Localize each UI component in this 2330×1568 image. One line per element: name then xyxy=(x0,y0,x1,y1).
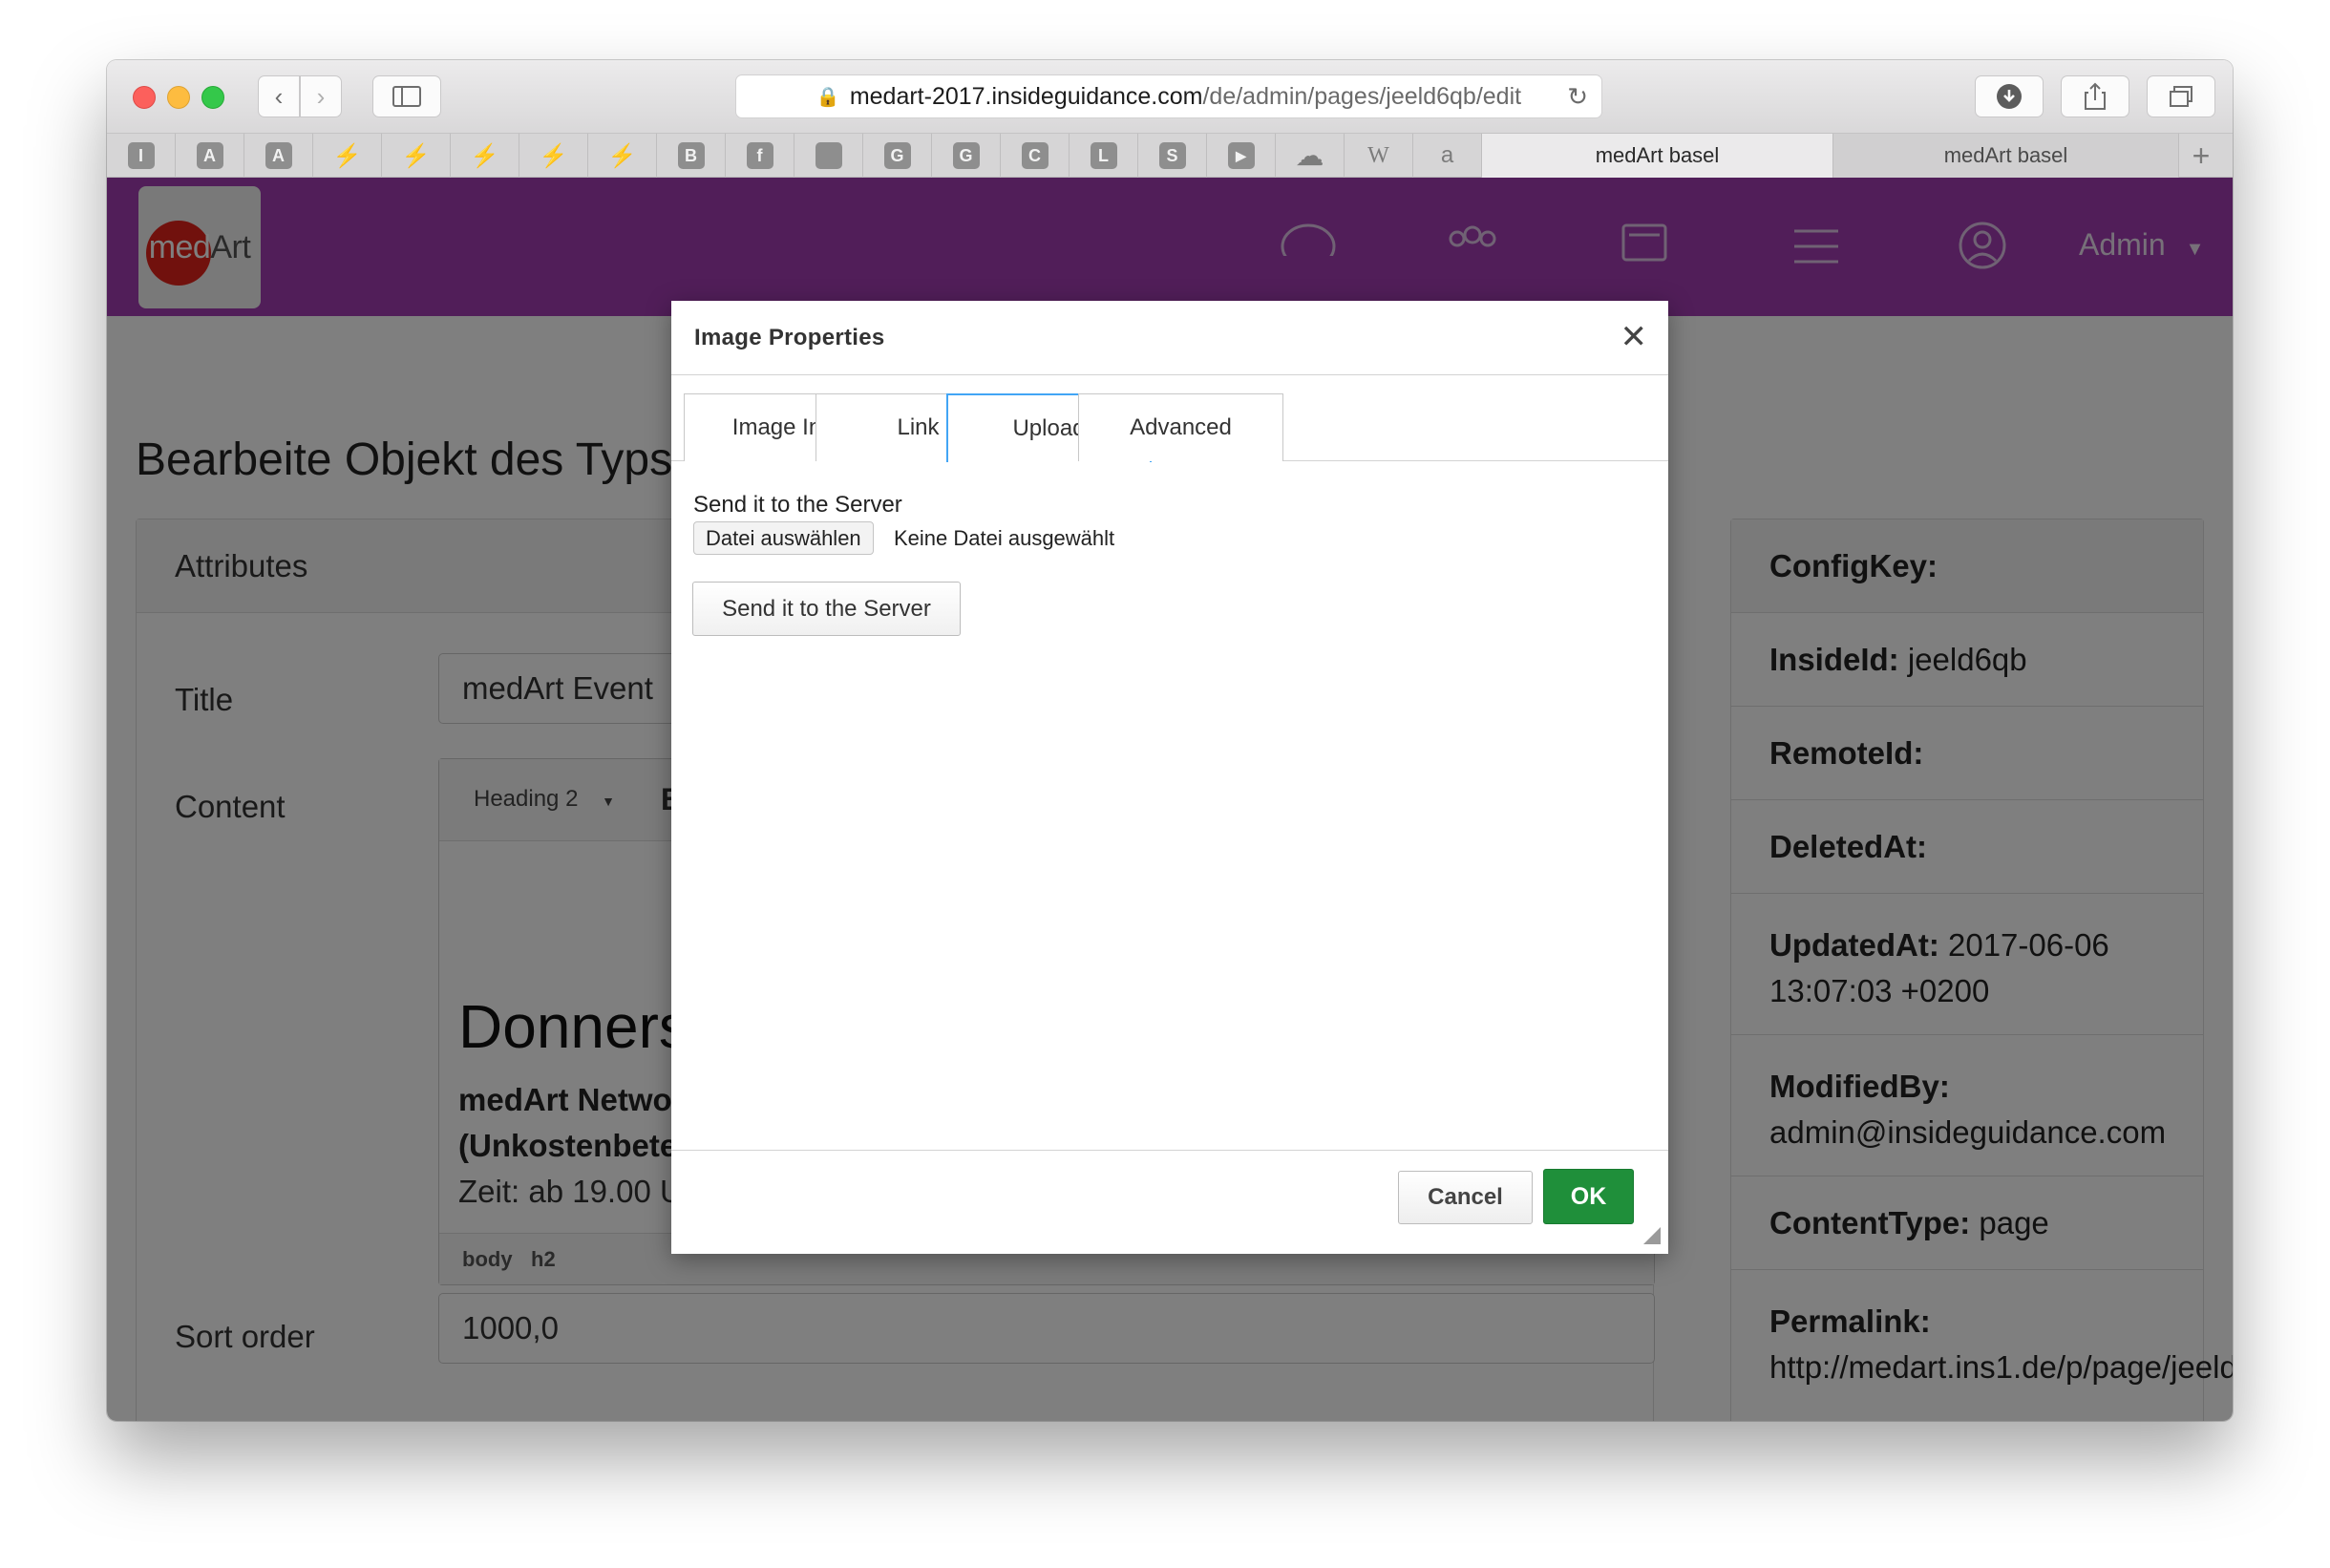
bookmark-bolt-icon: ⚡ xyxy=(332,142,362,169)
reload-icon[interactable]: ↻ xyxy=(1567,82,1588,112)
tab-advanced[interactable]: Advanced xyxy=(1078,393,1283,461)
favorite-item[interactable]: ⚡ xyxy=(382,134,451,178)
file-status: Keine Datei ausgewählt xyxy=(894,526,1115,550)
fullscreen-window-button[interactable] xyxy=(201,86,224,109)
ok-button[interactable]: OK xyxy=(1543,1169,1634,1224)
youtube-icon: ▶ xyxy=(1227,142,1255,169)
bookmark-bolt4-icon: ⚡ xyxy=(539,142,568,169)
favorite-item[interactable]: B xyxy=(657,134,726,178)
forward-button[interactable]: › xyxy=(300,75,342,117)
divider xyxy=(671,374,1668,375)
cloud-icon: ☁ xyxy=(1295,139,1324,172)
close-window-button[interactable] xyxy=(133,86,156,109)
bookmark-a2-icon: A xyxy=(265,142,292,169)
amazon-icon: a xyxy=(1440,142,1454,168)
favorite-item[interactable]: ▶ xyxy=(1207,134,1276,178)
facebook-icon: f xyxy=(746,142,773,169)
favorite-item[interactable]: A xyxy=(244,134,313,178)
bookmark-c-icon: C xyxy=(1021,142,1048,169)
favorite-item[interactable]: ⚡ xyxy=(313,134,382,178)
tabs-icon xyxy=(2170,86,2192,107)
favorite-item[interactable]: C xyxy=(1001,134,1070,178)
share-icon xyxy=(2085,82,2106,110)
bookmark-bolt5-icon: ⚡ xyxy=(607,142,637,169)
chevron-left-icon: ‹ xyxy=(274,81,284,111)
url-path: /de/admin/pages/jeeld6qb/edit xyxy=(1202,82,1522,110)
favorite-item[interactable]: ⚡ xyxy=(451,134,519,178)
send-to-server-button[interactable]: Send it to the Server xyxy=(692,582,961,636)
favorite-item[interactable]: ⚡ xyxy=(588,134,657,178)
favorites-bar: I A A ⚡ ⚡ ⚡ ⚡ ⚡ B f G G C L S ▶ ☁ W a me… xyxy=(107,134,2233,178)
favorite-item[interactable]: G xyxy=(863,134,932,178)
favorite-item[interactable]: I xyxy=(107,134,176,178)
bookmark-bolt2-icon: ⚡ xyxy=(401,142,431,169)
page-content: medArt Admin ▼ Bearbeite Objekt des Ty xyxy=(107,178,2233,1421)
bookmark-g2-icon: G xyxy=(952,142,980,169)
minimize-window-button[interactable] xyxy=(167,86,190,109)
bookmark-s-icon: S xyxy=(1158,142,1186,169)
wikipedia-icon: W xyxy=(1367,142,1389,168)
favorite-item[interactable]: a xyxy=(1413,134,1482,178)
favorite-item[interactable]: L xyxy=(1070,134,1138,178)
sidebar-icon xyxy=(392,86,421,107)
favorite-item[interactable]: S xyxy=(1138,134,1207,178)
tabs-overview-button[interactable] xyxy=(2147,75,2215,117)
chevron-right-icon: › xyxy=(316,81,326,111)
url-domain: medart-2017.insideguidance.com xyxy=(849,82,1203,110)
back-button[interactable]: ‹ xyxy=(258,75,300,117)
favorite-item[interactable]: W xyxy=(1345,134,1413,178)
bookmark-g-icon: G xyxy=(883,142,911,169)
address-bar[interactable]: 🔒 medart-2017.insideguidance.com/de/admi… xyxy=(735,74,1602,118)
apple-icon xyxy=(815,142,842,169)
downloads-button[interactable] xyxy=(1975,75,2044,117)
browser-window: ‹ › 🔒 medart-2017.insideguidance.com/de/… xyxy=(107,60,2233,1421)
new-tab-button[interactable]: + xyxy=(2179,134,2223,178)
favorite-item[interactable] xyxy=(794,134,863,178)
upload-label: Send it to the Server xyxy=(693,492,902,518)
favorite-item[interactable]: G xyxy=(932,134,1001,178)
bookmark-a-icon: A xyxy=(196,142,223,169)
sidebar-toggle-button[interactable] xyxy=(372,75,441,117)
image-properties-dialog: Image Properties ✕ Image Info Link Uploa… xyxy=(671,301,1668,1254)
plus-icon: + xyxy=(2192,138,2211,173)
favorite-item[interactable]: A xyxy=(176,134,244,178)
share-button[interactable] xyxy=(2061,75,2129,117)
bookmark-i-icon: I xyxy=(127,142,155,169)
choose-file-button[interactable]: Datei auswählen xyxy=(693,521,874,555)
browser-titlebar: ‹ › 🔒 medart-2017.insideguidance.com/de/… xyxy=(107,60,2233,134)
resize-handle[interactable] xyxy=(1643,1227,1661,1244)
tab-label: medArt basel xyxy=(1943,143,2068,167)
favorite-item[interactable]: ☁ xyxy=(1276,134,1345,178)
bookmark-b-icon: B xyxy=(677,142,705,169)
footer-divider xyxy=(671,1150,1668,1151)
favorite-item[interactable]: ⚡ xyxy=(519,134,588,178)
tab-label: medArt basel xyxy=(1595,143,1720,167)
download-icon xyxy=(1997,84,2022,109)
close-icon[interactable]: ✕ xyxy=(1620,318,1648,356)
bookmark-l-icon: L xyxy=(1090,142,1117,169)
lock-icon: 🔒 xyxy=(816,86,840,108)
browser-tab-active[interactable]: medArt basel xyxy=(1482,134,1833,178)
favorite-item[interactable]: f xyxy=(726,134,794,178)
cancel-button[interactable]: Cancel xyxy=(1398,1171,1533,1224)
bookmark-bolt3-icon: ⚡ xyxy=(470,142,499,169)
browser-tab[interactable]: medArt basel xyxy=(1833,134,2179,178)
dialog-title: Image Properties xyxy=(694,325,885,350)
